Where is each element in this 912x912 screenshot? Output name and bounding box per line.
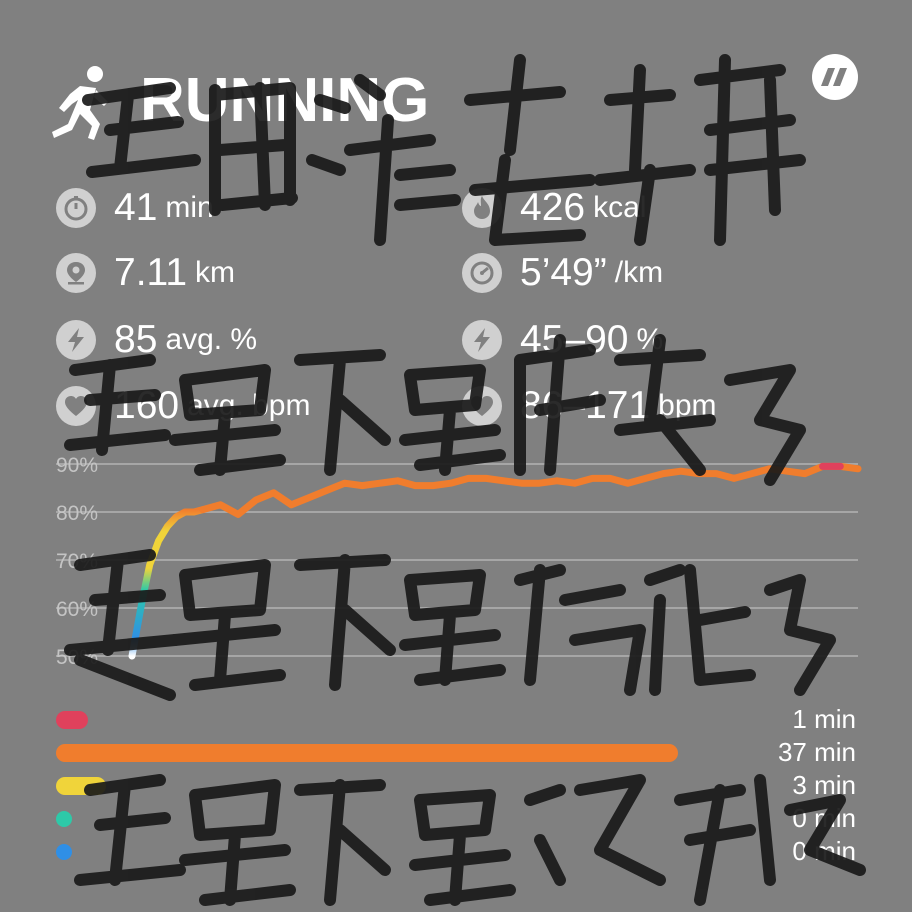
speedometer-icon — [462, 253, 502, 293]
series-line — [199, 462, 862, 518]
location-pin-icon — [56, 253, 96, 293]
chart-series — [128, 462, 862, 660]
flame-icon — [462, 188, 502, 228]
stat-heart-rate-range: 86–171 bpm — [462, 378, 717, 434]
zone-duration-label: 1 min — [792, 704, 856, 734]
stat-avg-heart-rate: 160 avg. bpm — [56, 378, 310, 434]
y-tick-label: 70% — [56, 550, 98, 573]
zone-bar — [56, 711, 88, 729]
chart-y-ticks: 90% 80% 70% 60% 50% — [56, 454, 98, 669]
avg-heart-rate-unit: avg. bpm — [187, 389, 311, 422]
lightning-icon — [462, 320, 502, 360]
zone-duration-label: 3 min — [792, 770, 856, 800]
y-tick-label: 80% — [56, 502, 98, 525]
y-tick-label: 90% — [56, 454, 98, 477]
lightning-icon — [56, 320, 96, 360]
pace-unit: /km — [614, 256, 664, 289]
stat-calories: 426 kcal — [462, 180, 646, 236]
zone-bar — [56, 811, 72, 827]
heart-rate-range-value: 86–171 — [520, 384, 651, 427]
duration-value: 41 — [114, 186, 158, 229]
stat-pace: 5’49” /km — [462, 245, 663, 301]
heart-rate-intensity-chart: 90% 80% 70% 60% 50% — [56, 454, 862, 669]
avg-intensity-unit: avg. % — [165, 323, 258, 356]
duration-unit: min — [165, 191, 214, 224]
stat-avg-intensity: 85 avg. % — [56, 312, 257, 368]
series-line-start — [128, 506, 207, 660]
chart-grid — [56, 463, 858, 657]
stopwatch-icon — [56, 188, 96, 228]
zone-bar — [56, 777, 106, 795]
zone-duration-label: 0 min — [792, 836, 856, 866]
avg-intensity-value: 85 — [114, 318, 158, 361]
page-title: RUNNING — [140, 66, 430, 135]
calories-unit: kcal — [593, 191, 647, 224]
double-slash-logo-icon — [812, 54, 858, 100]
distance-unit: km — [195, 256, 236, 289]
heart-icon — [56, 386, 96, 426]
calories-value: 426 — [520, 186, 586, 229]
avg-heart-rate-value: 160 — [114, 384, 180, 427]
intensity-range-unit: % — [636, 323, 664, 356]
stat-distance: 7.11 km — [56, 245, 235, 301]
zone-bar — [56, 844, 72, 860]
pace-value: 5’49” — [520, 251, 607, 294]
heart-icon — [462, 386, 502, 426]
running-person-icon — [50, 64, 114, 142]
zone-duration-label: 0 min — [792, 803, 856, 833]
zone-bar — [56, 744, 678, 762]
intensity-range-value: 45–90 — [520, 318, 629, 361]
heart-rate-range-unit: bpm — [658, 389, 717, 422]
y-tick-label: 60% — [56, 598, 98, 621]
distance-value: 7.11 — [114, 251, 188, 294]
stat-intensity-range: 45–90 % — [462, 312, 663, 368]
y-tick-label: 50% — [56, 646, 98, 669]
zone-duration-label: 37 min — [777, 737, 856, 767]
stat-duration: 41 min — [56, 180, 214, 236]
